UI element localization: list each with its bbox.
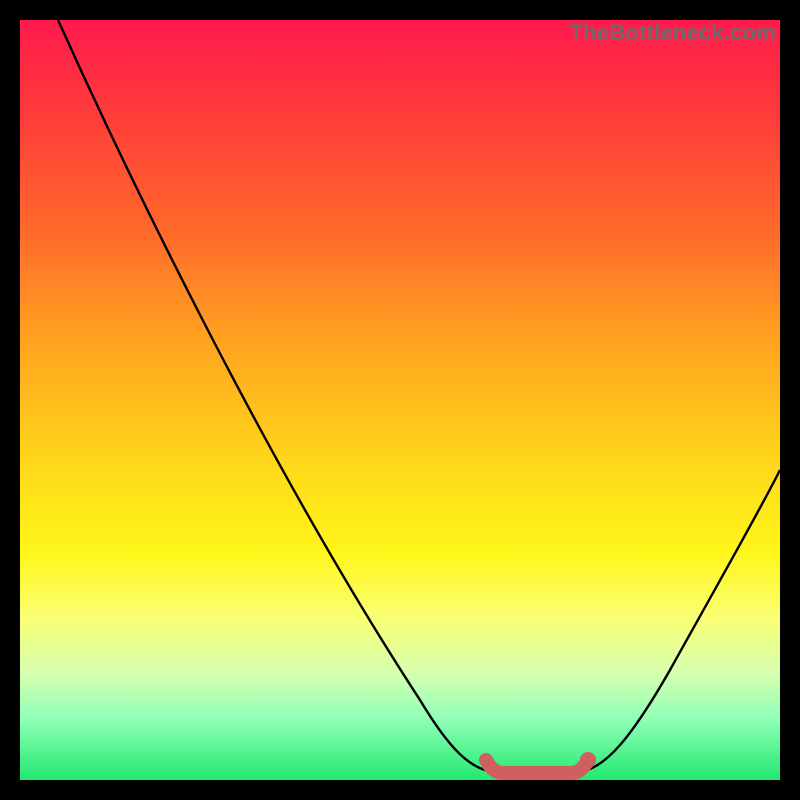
chart-frame: TheBottleneck.com (20, 20, 780, 780)
watermark-text: TheBottleneck.com (570, 20, 776, 46)
chart-svg (20, 20, 780, 780)
plot-area: TheBottleneck.com (20, 20, 780, 780)
flat-bottom-end-dot (580, 752, 596, 768)
bottleneck-curve (58, 20, 780, 772)
flat-bottom-highlight (486, 760, 588, 773)
